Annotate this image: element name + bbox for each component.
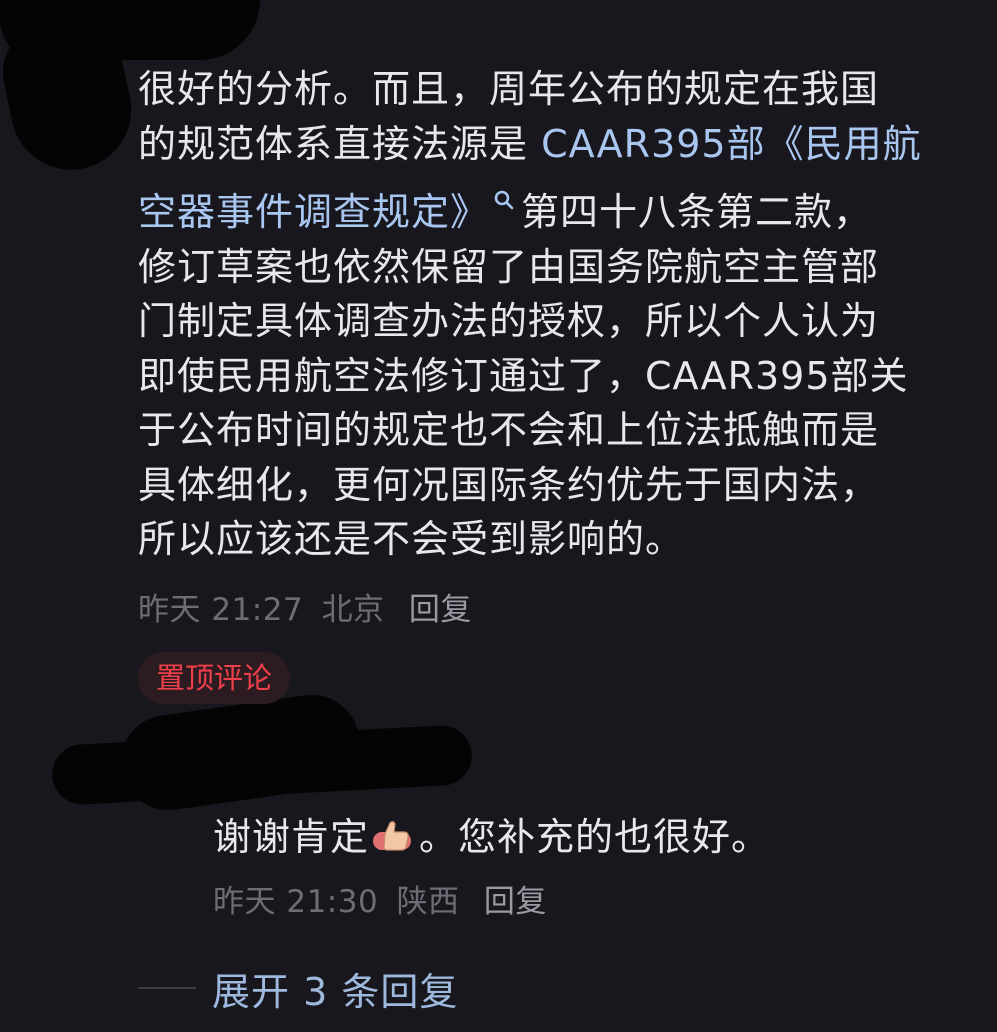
reply-time: 昨天 21:30 — [213, 884, 379, 920]
reply-location: 陕西 — [396, 884, 460, 920]
redacted-avatar-reply — [114, 688, 366, 817]
comment-line: 很好的分析。而且，周年公布的规定在我国 — [138, 67, 880, 111]
comment-reply-button[interactable]: 回复 — [409, 592, 472, 628]
reply-text: 谢谢肯定 。您补充的也很好。 — [213, 806, 770, 863]
reply-reply-button[interactable]: 回复 — [484, 884, 547, 920]
comment-location: 北京 — [321, 592, 385, 628]
comment-text-segment: 第四十八条第二款， — [521, 190, 873, 234]
comment-line: 的规范体系直接法源是 CAAR395部《民用航 — [138, 117, 948, 172]
comment-line: 即使民用航空法修订通过了，CAAR395部关 — [138, 353, 909, 398]
comment-line: 所以应该还是不会受到影响的。 — [138, 517, 685, 561]
comment-line: 修订草案也依然保留了由国务院航空主管部 — [138, 244, 880, 289]
comment-line: 门制定具体调查办法的授权，所以个人认为 — [138, 299, 880, 343]
reply-text-segment: 谢谢肯定 — [213, 815, 370, 859]
reply-meta: 昨天 21:30 陕西 回复 — [213, 876, 547, 921]
expand-divider — [138, 987, 196, 989]
regulation-link[interactable]: CAAR395部《民用航 — [541, 122, 922, 166]
pinned-comment-badge: 置顶评论 — [138, 652, 291, 704]
thumbs-up-icon — [371, 819, 417, 863]
search-icon[interactable] — [493, 171, 515, 210]
expand-replies-button[interactable]: 展开 3 条回复 — [212, 961, 458, 1016]
comment-line: 于公布时间的规定也不会和上位法抵触而是 — [138, 408, 880, 452]
comment-meta: 昨天 21:27 北京 回复 — [138, 584, 472, 629]
comment-text: 很好的分析。而且，周年公布的规定在我国 的规范体系直接法源是 CAAR395部《… — [138, 62, 948, 567]
comment-time: 昨天 21:27 — [138, 592, 304, 628]
comment-line: 具体细化，更何况国际条约优先于国内法， — [138, 462, 880, 507]
regulation-link-continued[interactable]: 空器事件调查规定》 — [138, 190, 489, 234]
comment-text-segment: 的规范体系直接法源是 — [138, 121, 542, 166]
reply-text-segment: 。您补充的也很好。 — [419, 815, 771, 859]
expand-replies-row[interactable]: 展开 3 条回复 — [138, 960, 458, 1016]
comment-line: 空器事件调查规定》 第四十八条第二款， — [138, 171, 948, 240]
